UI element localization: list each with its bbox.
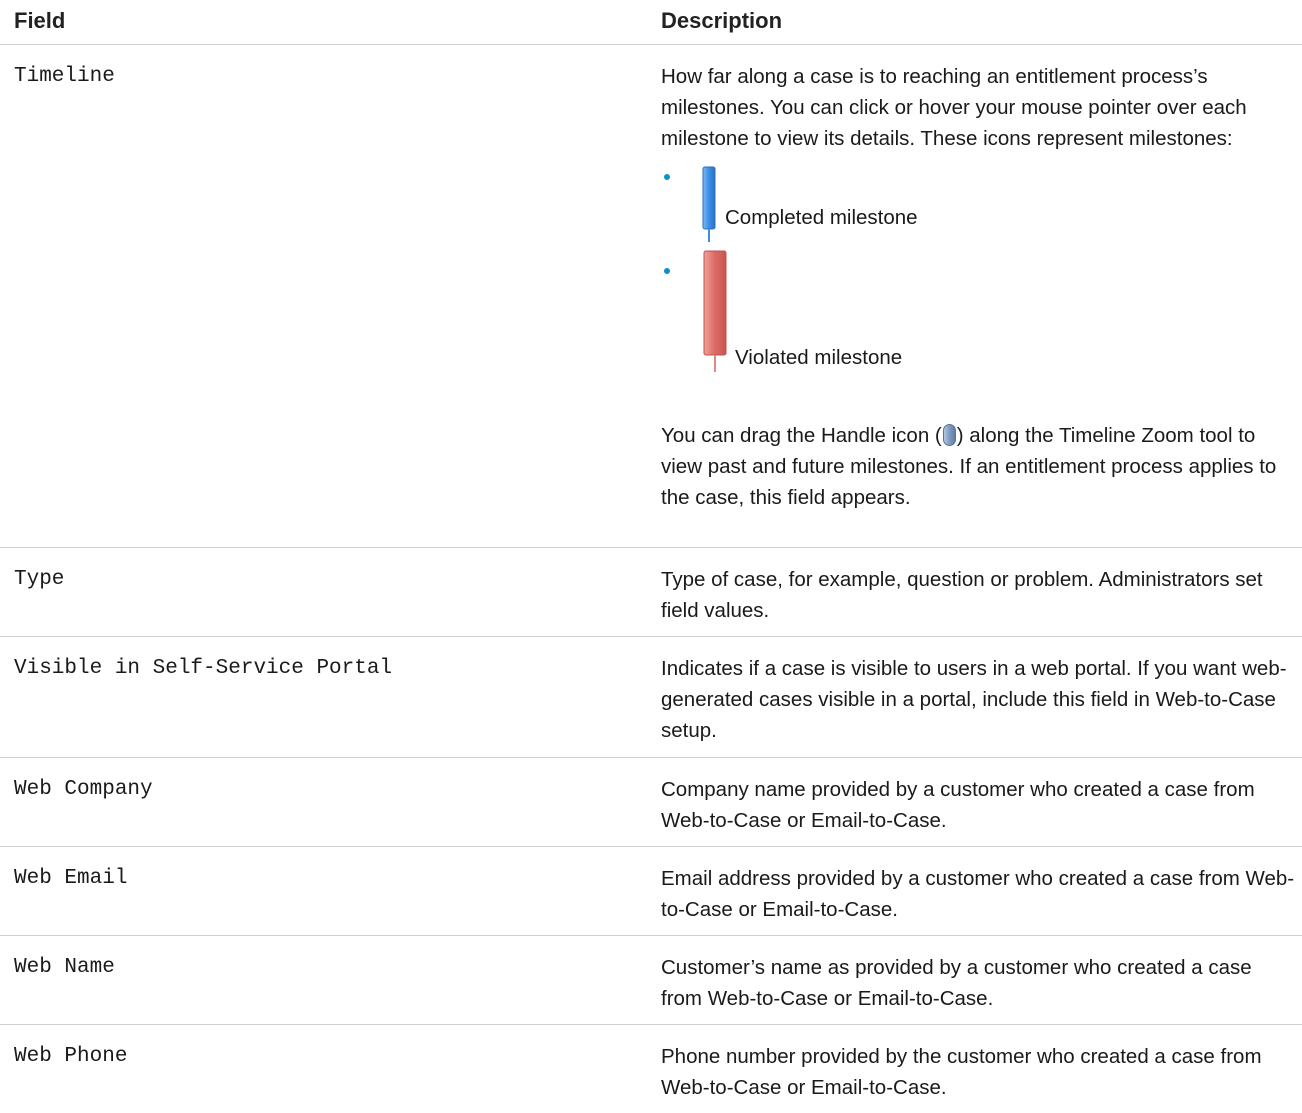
field-name: Web Company [14,778,153,801]
field-description: Phone number provided by the customer wh… [661,1045,1262,1099]
table-row: Web Email Email address provided by a cu… [0,847,1302,936]
field-description: Indicates if a case is visible to users … [661,657,1287,742]
field-description: How far along a case is to reaching an e… [661,61,1296,513]
drag-text-before: You can drag the Handle icon ( [661,424,942,447]
timeline-intro-text: How far along a case is to reaching an e… [661,65,1247,150]
table-header: Field Description [0,0,1302,45]
table-row: Web Company Company name provided by a c… [0,758,1302,847]
milestone-label: Completed milestone [725,206,918,229]
field-description: Customer’s name as provided by a custome… [661,956,1252,1010]
milestone-list-item: Violated milestone [661,248,1296,378]
field-name: Web Email [14,867,128,890]
field-column-header: Field [14,8,66,33]
description-column-header: Description [661,8,783,33]
field-name: Web Phone [14,1045,128,1068]
field-description: Type of case, for example, question or p… [661,568,1263,622]
table-row-timeline: Timeline How far along a case is to reac… [0,45,1302,548]
milestone-list-item: Completed milestone [661,154,1296,244]
table-row: Visible in Self-Service Portal Indicates… [0,637,1302,758]
table-row: Web Phone Phone number provided by the c… [0,1025,1302,1113]
field-description: Email address provided by a customer who… [661,867,1295,921]
completed-milestone-icon [702,166,716,242]
milestone-label: Violated milestone [735,346,903,369]
table-row: Type Type of case, for example, question… [0,548,1302,637]
field-description-table: Field Description Timeline How far along… [0,0,1302,1113]
table-row: Web Name Customer’s name as provided by … [0,936,1302,1025]
field-description: Company name provided by a customer who … [661,778,1255,832]
list-bullet [664,174,670,180]
list-bullet [664,268,670,274]
field-name: Visible in Self-Service Portal [14,657,393,680]
field-name: Web Name [14,956,115,979]
violated-milestone-icon [703,250,727,372]
milestone-icon-list: Completed milestone Violated milestone [661,154,1296,420]
handle-icon [942,424,956,446]
field-name: Type [14,568,65,591]
handle-drag-text: You can drag the Handle icon () along th… [661,420,1296,513]
field-name: Timeline [14,65,115,88]
